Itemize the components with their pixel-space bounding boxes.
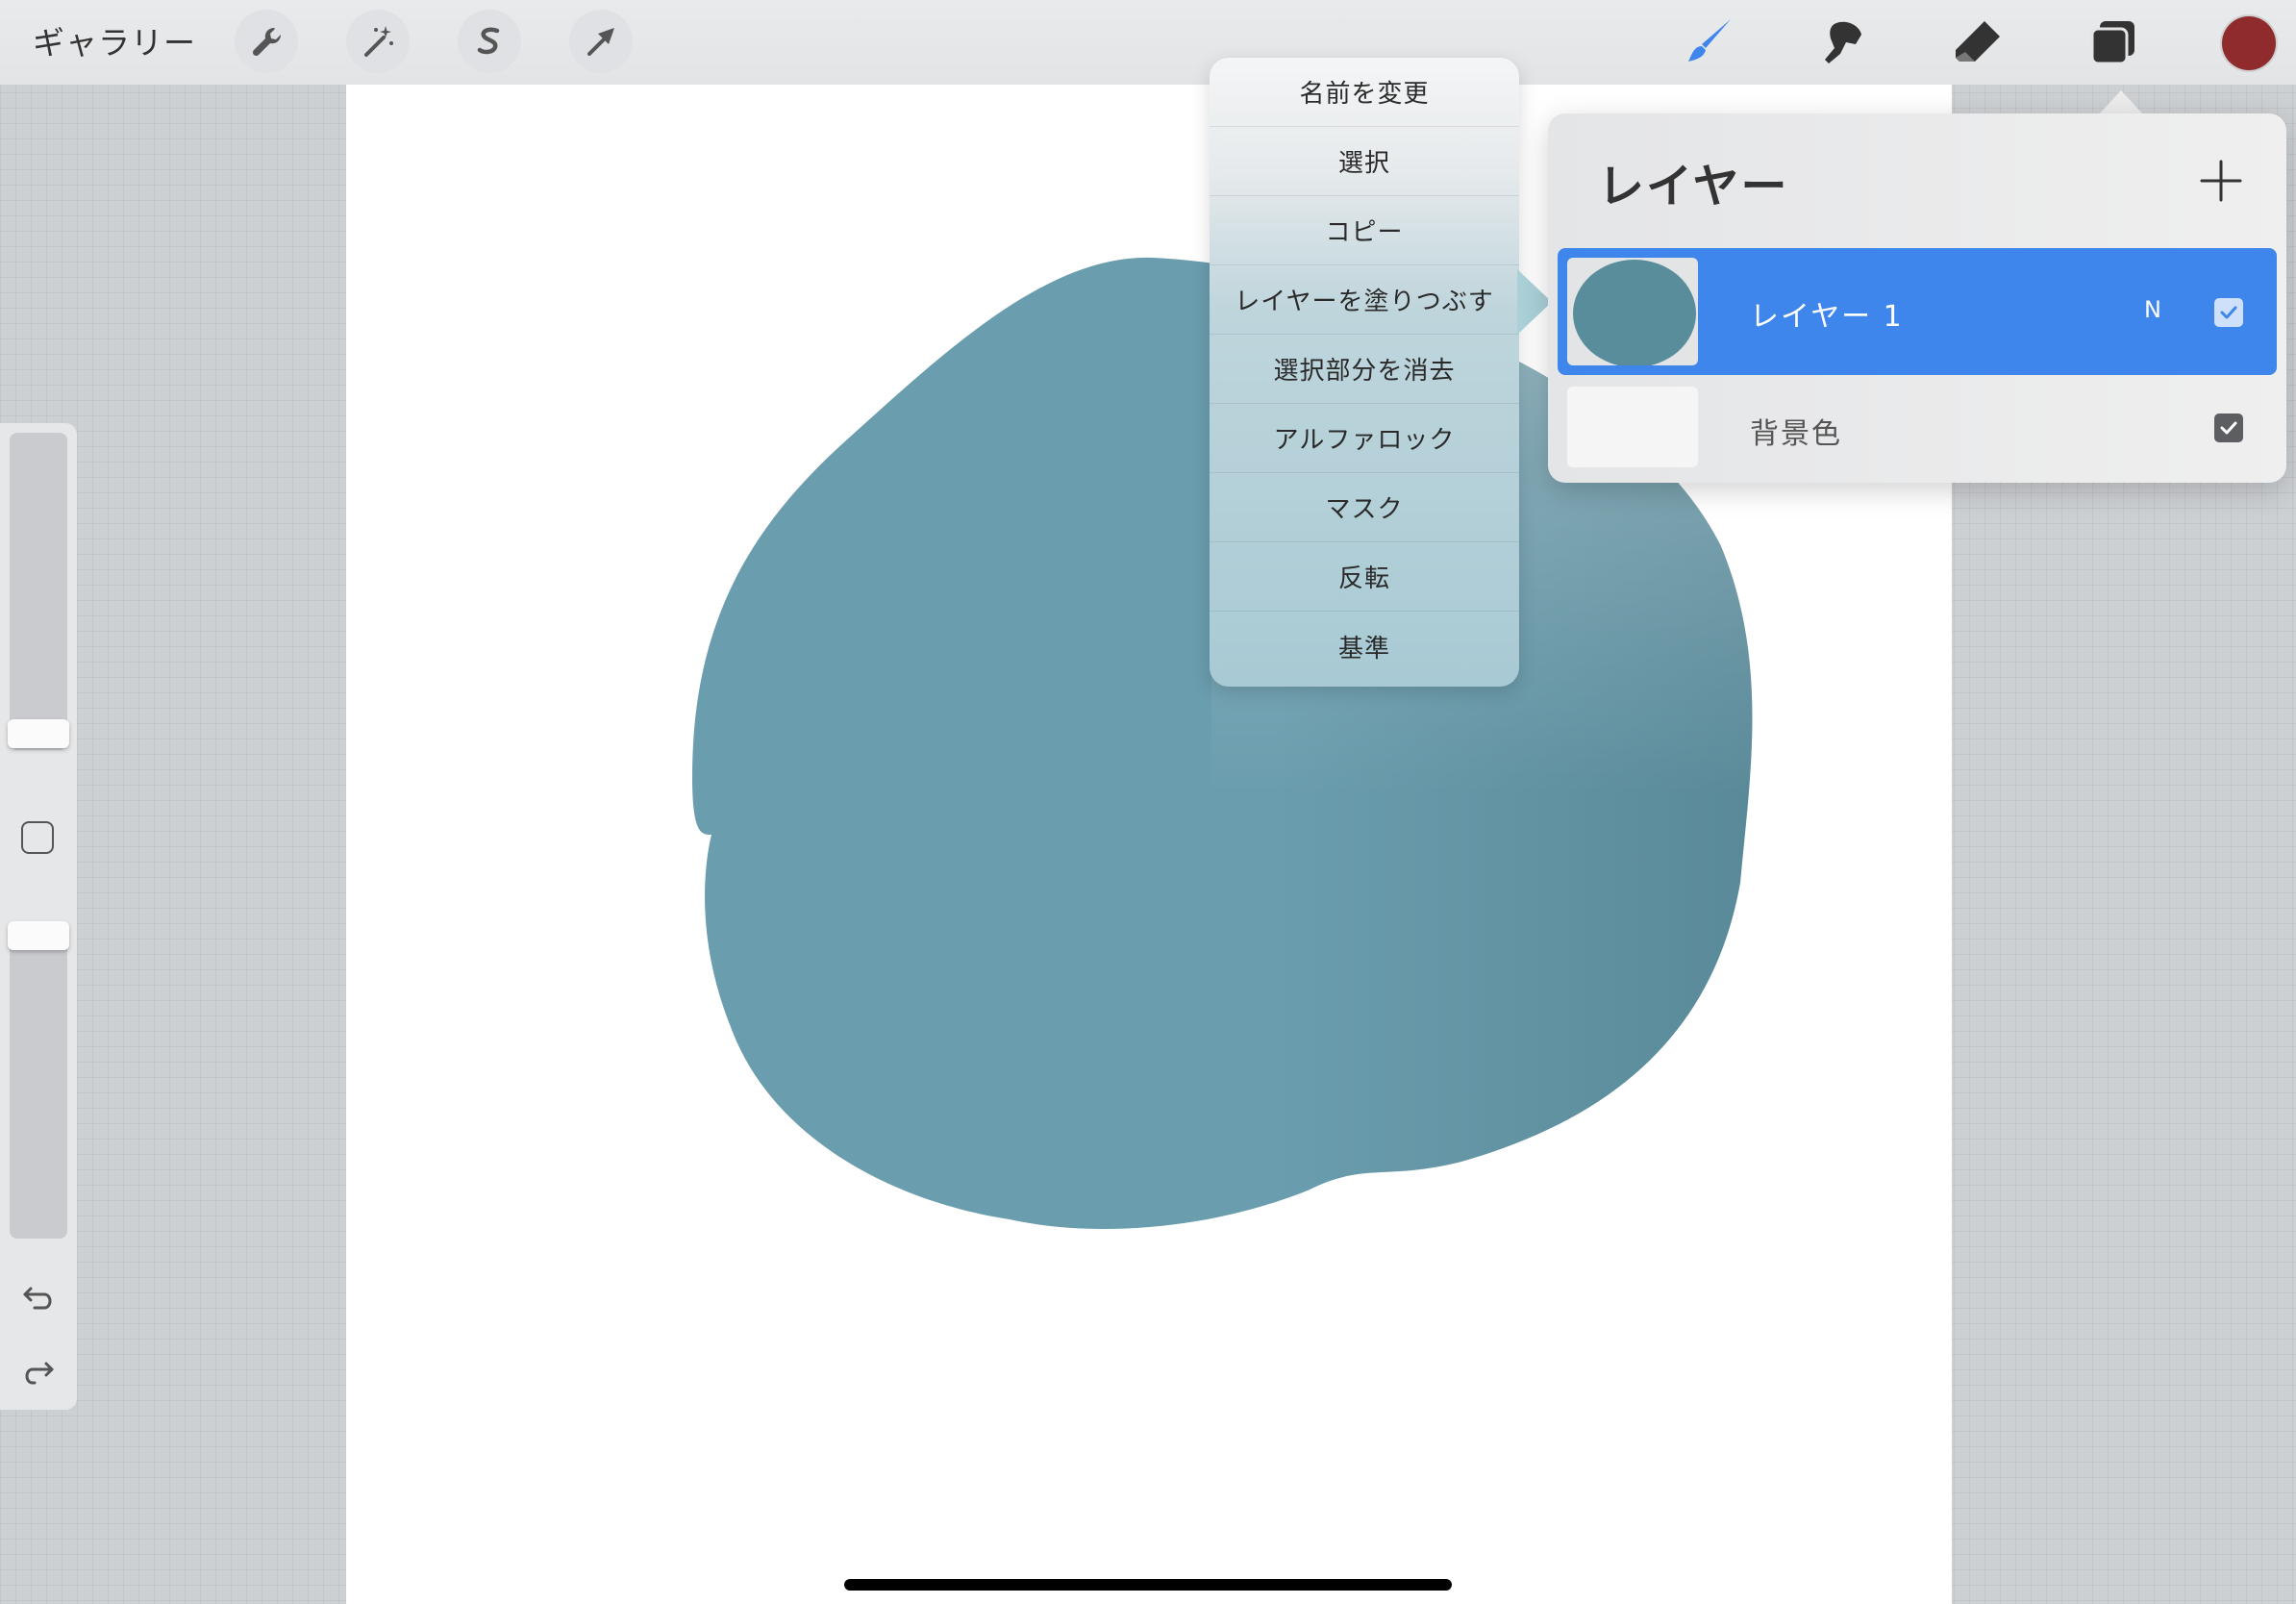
layers-icon (2090, 21, 2134, 65)
smudge-tool-button[interactable] (1815, 13, 1873, 71)
eraser-icon (1956, 21, 2000, 62)
layer-name: レイヤー 1 (1750, 300, 1904, 334)
blend-mode-button[interactable]: N (2144, 296, 2161, 323)
eraser-tool-button[interactable] (1950, 13, 2008, 71)
menu-pointer-arrow (1517, 269, 1552, 335)
redo-button[interactable] (19, 1352, 58, 1391)
brush-tool-button[interactable] (1681, 13, 1738, 71)
magic-wand-icon (364, 26, 393, 57)
brush-icon (1688, 19, 1731, 62)
undo-icon (23, 1287, 52, 1310)
menu-item-reference[interactable]: 基準 (1210, 612, 1519, 681)
wrench-icon (252, 27, 282, 57)
brush-opacity-slider-thumb[interactable] (8, 921, 69, 950)
menu-item-invert[interactable]: 反転 (1210, 542, 1519, 612)
menu-item-clear-selection[interactable]: 選択部分を消去 (1210, 335, 1519, 404)
transform-arrow-icon (587, 28, 614, 56)
transform-button[interactable] (569, 10, 633, 73)
add-layer-button[interactable] (2194, 154, 2248, 208)
color-picker-button[interactable] (2222, 16, 2276, 70)
checkmark-icon (2220, 421, 2237, 435)
selection-button[interactable] (458, 10, 521, 73)
checkmark-icon (2220, 306, 2237, 319)
layer-row-layer-1[interactable]: レイヤー 1 N (1558, 248, 2277, 375)
layer-row-background-color[interactable]: 背景色 (1558, 383, 2277, 475)
adjustments-button[interactable] (346, 10, 410, 73)
layers-panel-caret (2098, 90, 2144, 115)
brush-size-slider[interactable] (10, 433, 67, 750)
layer-thumbnail-blob (1573, 260, 1696, 365)
menu-item-fill-layer[interactable]: レイヤーを塗りつぶす (1210, 265, 1519, 335)
plus-icon (2200, 160, 2242, 202)
selection-s-icon (477, 27, 500, 55)
left-sidebar (0, 423, 77, 1410)
redo-icon (25, 1362, 54, 1385)
menu-item-mask[interactable]: マスク (1210, 473, 1519, 542)
menu-item-rename[interactable]: 名前を変更 (1210, 58, 1519, 127)
layer-thumbnail (1567, 258, 1698, 365)
menu-item-select[interactable]: 選択 (1210, 127, 1519, 196)
background-thumbnail (1567, 387, 1698, 467)
home-indicator[interactable] (844, 1579, 1452, 1591)
menu-item-copy[interactable]: コピー (1210, 196, 1519, 265)
top-toolbar: ギャラリー (0, 0, 2296, 85)
gallery-button[interactable]: ギャラリー (33, 17, 196, 63)
layers-panel: レイヤー レイヤー 1 N 背景色 (1548, 113, 2286, 483)
background-visibility-checkbox[interactable] (2214, 414, 2243, 442)
undo-button[interactable] (19, 1277, 58, 1316)
brush-opacity-slider[interactable] (10, 925, 67, 1239)
smudge-icon (1825, 21, 1861, 63)
layers-button[interactable] (2084, 13, 2142, 71)
layer-visibility-checkbox[interactable] (2214, 298, 2243, 327)
actions-button[interactable] (235, 10, 298, 73)
layer-name: 背景色 (1750, 417, 1842, 451)
brush-size-slider-thumb[interactable] (8, 719, 69, 748)
modify-button[interactable] (21, 821, 54, 854)
layer-options-menu: 名前を変更 選択 コピー レイヤーを塗りつぶす 選択部分を消去 アルファロック … (1210, 58, 1519, 687)
menu-item-alpha-lock[interactable]: アルファロック (1210, 404, 1519, 473)
layers-panel-title: レイヤー (1598, 160, 1789, 213)
